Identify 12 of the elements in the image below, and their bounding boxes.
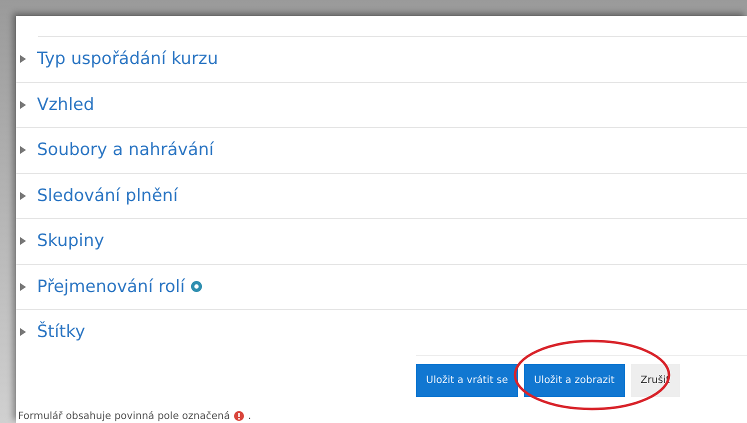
section-toggle[interactable]: Typ uspořádání kurzu: [37, 49, 218, 70]
section-toggle[interactable]: Skupiny: [37, 231, 104, 252]
required-fields-note: Formulář obsahuje povinná pole označená: [18, 410, 230, 422]
note-period: .: [248, 410, 252, 422]
section-toggle[interactable]: Vzhled: [37, 94, 94, 115]
help-icon[interactable]: [190, 281, 202, 292]
section-toggle[interactable]: Soubory a nahrávání: [37, 140, 214, 160]
save-button[interactable]: Uložit a vrátit se: [416, 364, 518, 396]
save-button[interactable]: Uložit a zobrazit: [524, 364, 625, 396]
section-toggle[interactable]: Štítky: [37, 322, 86, 342]
section-toggle[interactable]: Sledování plnění: [37, 186, 178, 206]
section-toggle[interactable]: Přejmenování rolí: [37, 276, 185, 297]
